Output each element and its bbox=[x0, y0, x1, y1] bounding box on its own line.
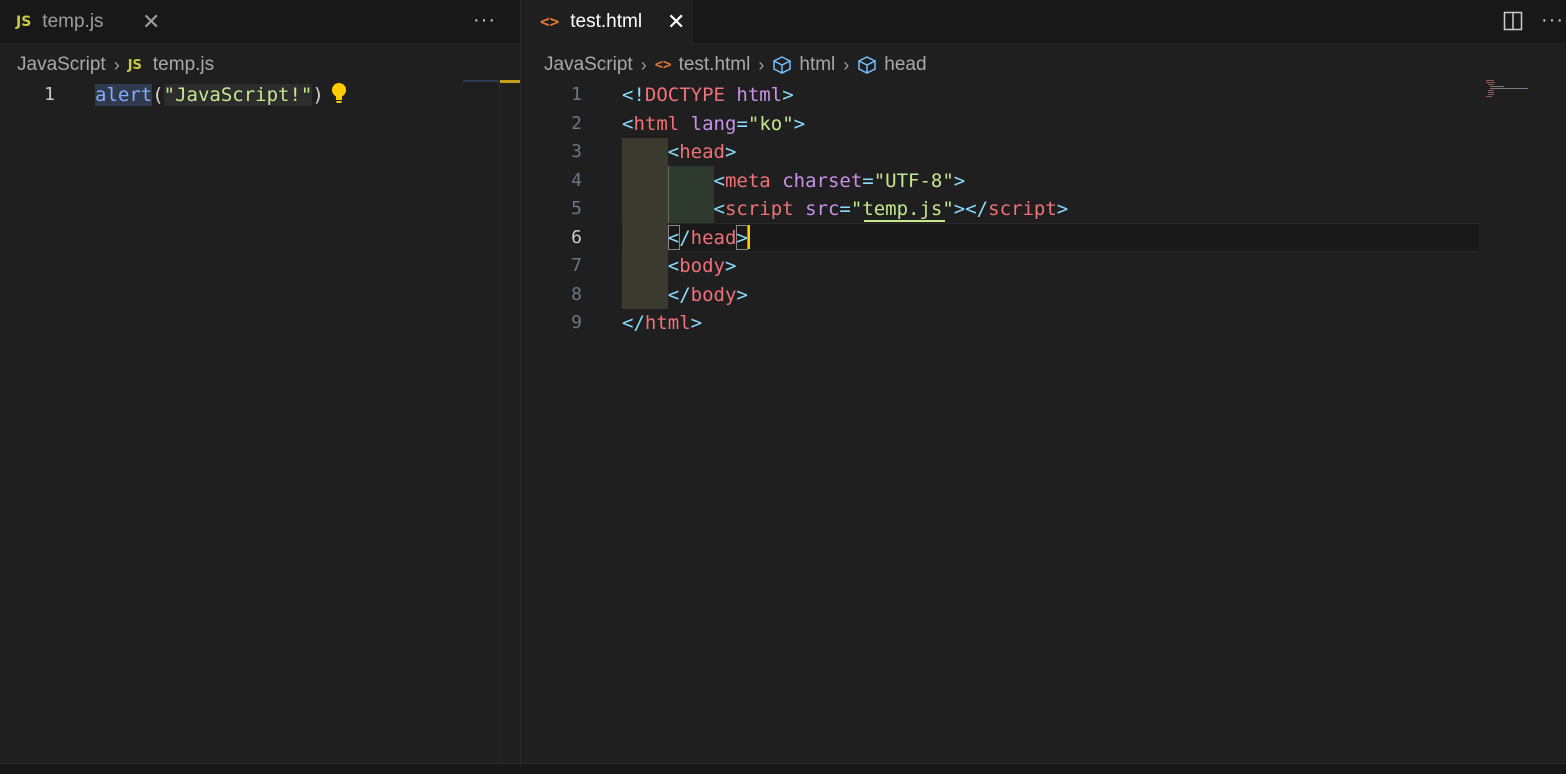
code-line: alert("JavaScript!") bbox=[95, 81, 324, 109]
minimap[interactable] bbox=[463, 80, 499, 82]
breadcrumb-folder[interactable]: JavaScript bbox=[544, 54, 633, 76]
symbol-element-icon bbox=[772, 56, 792, 74]
right-editor-group: <> test.html ✕ ··· JavaScript › <> test.… bbox=[521, 0, 1566, 763]
right-tab-bar: <> test.html ✕ ··· bbox=[521, 0, 1566, 43]
link-underline bbox=[864, 220, 945, 222]
minimap[interactable] bbox=[1486, 80, 1530, 100]
overview-ruler-marker bbox=[500, 80, 520, 83]
code-line: <html lang="ko"> bbox=[622, 112, 806, 135]
breadcrumb-symbol[interactable]: head bbox=[884, 54, 926, 76]
chevron-right-icon: › bbox=[113, 54, 120, 75]
line-number: 4 bbox=[571, 169, 582, 191]
chevron-right-icon: › bbox=[640, 54, 647, 75]
vertical-ruler bbox=[499, 80, 500, 763]
html-file-icon: <> bbox=[540, 12, 560, 31]
chevron-right-icon: › bbox=[758, 54, 765, 75]
code-line: <body> bbox=[667, 255, 737, 277]
tab-temp-js[interactable]: JS temp.js ✕ bbox=[0, 0, 176, 43]
code-line: <script src="temp.js"></script> bbox=[713, 198, 1069, 220]
tab-test-html[interactable]: <> test.html ✕ bbox=[521, 0, 693, 43]
line-number: 7 bbox=[571, 255, 582, 276]
line-number: 2 bbox=[571, 112, 582, 134]
breadcrumb-file[interactable]: temp.js bbox=[153, 54, 214, 76]
close-tab-icon[interactable]: ✕ bbox=[142, 9, 160, 35]
line-number: 3 bbox=[571, 141, 582, 162]
code-line: <head> bbox=[667, 141, 737, 163]
code-line: <!DOCTYPE html> bbox=[622, 84, 794, 106]
symbol-element-icon bbox=[857, 56, 877, 74]
code-line: </head> bbox=[667, 226, 748, 249]
lightbulb-icon[interactable] bbox=[330, 81, 348, 105]
line-number: 5 bbox=[571, 198, 582, 219]
left-tab-bar: JS temp.js ✕ ··· bbox=[0, 0, 520, 43]
line-number: 1 bbox=[44, 84, 55, 105]
code-line: </body> bbox=[667, 283, 748, 306]
bracket-match-highlight bbox=[668, 225, 680, 250]
code-token: ( bbox=[152, 84, 164, 106]
line-number: 6 bbox=[571, 226, 582, 248]
breadcrumb-folder[interactable]: JavaScript bbox=[17, 54, 106, 76]
left-editor-group: JS temp.js ✕ ··· JavaScript › JS temp.js… bbox=[0, 0, 520, 763]
js-file-icon: JS bbox=[16, 13, 32, 30]
breadcrumb-file[interactable]: test.html bbox=[679, 54, 751, 76]
line-number: 1 bbox=[571, 84, 582, 105]
bracket-match-highlight bbox=[736, 225, 748, 250]
code-line: <meta charset="UTF-8"> bbox=[713, 169, 966, 192]
more-actions-icon[interactable]: ··· bbox=[473, 9, 496, 32]
line-number: 8 bbox=[571, 283, 582, 305]
more-actions-icon[interactable]: ··· bbox=[1541, 9, 1564, 32]
chevron-right-icon: › bbox=[843, 54, 850, 75]
code-token: "JavaScript!" bbox=[163, 84, 313, 106]
html-file-icon: <> bbox=[654, 57, 672, 73]
tab-label: temp.js bbox=[42, 10, 104, 32]
breadcrumb: JavaScript › JS temp.js bbox=[17, 52, 214, 78]
breadcrumb: JavaScript › <> test.html › html › head bbox=[544, 52, 927, 78]
code-token: alert bbox=[95, 84, 153, 106]
close-tab-icon[interactable]: ✕ bbox=[667, 9, 685, 35]
line-number: 9 bbox=[571, 312, 582, 333]
split-editor-icon[interactable] bbox=[1503, 11, 1523, 31]
text-cursor bbox=[748, 225, 750, 249]
panel-border bbox=[0, 763, 1566, 774]
code-line: </html> bbox=[622, 312, 703, 334]
tab-label: test.html bbox=[570, 10, 643, 32]
breadcrumb-symbol[interactable]: html bbox=[799, 54, 835, 76]
js-file-icon: JS bbox=[127, 57, 142, 73]
code-token: ) bbox=[312, 84, 324, 106]
